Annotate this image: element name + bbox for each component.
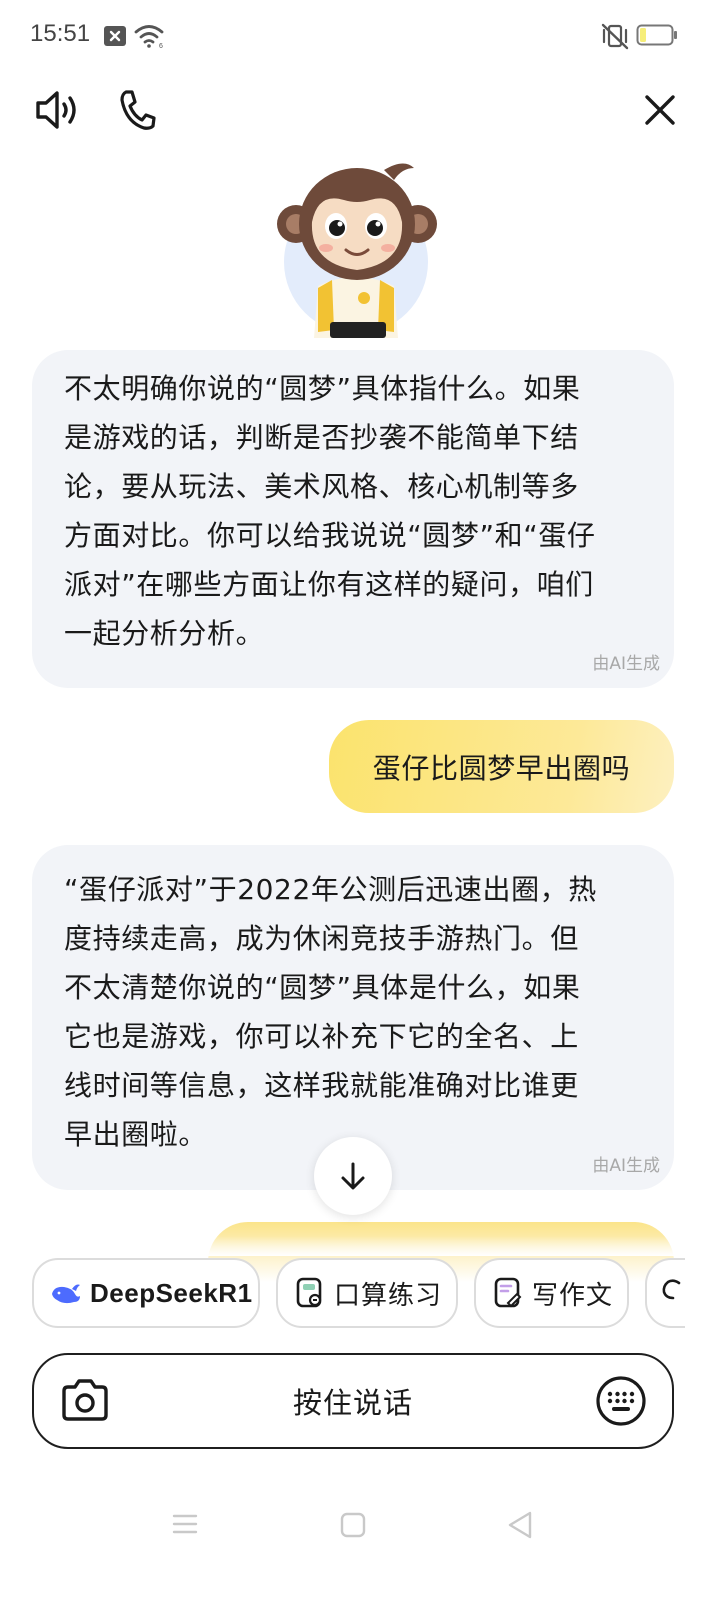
ai-message: 不太明确你说的“圆梦”具体指什么。如果 是游戏的话，判断是否抄袭不能简单下结 论… (32, 350, 674, 688)
assistant-avatar (272, 160, 442, 340)
voice-input-bar[interactable]: 按住说话 (32, 1353, 674, 1449)
chip-label: 口算练习 (334, 1279, 443, 1310)
chips-fade (0, 1236, 720, 1256)
home-nav-icon[interactable] (340, 1512, 366, 1542)
chip-partial-icon (661, 1277, 683, 1310)
write-doc-icon (492, 1277, 524, 1309)
chip-mental-math[interactable]: 口算练习 (276, 1258, 458, 1328)
ai-generated-tag: 由AI生成 (592, 1156, 660, 1176)
ai-generated-tag: 由AI生成 (592, 654, 660, 674)
scroll-to-bottom-button[interactable] (314, 1137, 392, 1215)
status-time: 15:51 (30, 20, 91, 47)
screen: 15:51 6 不太明确你说的“圆梦”具体指什么。如果 是游戏的话，判断是否抄袭… (0, 0, 720, 1600)
menu-nav-icon[interactable] (172, 1512, 198, 1540)
vibrate-mute-icon (600, 22, 630, 54)
whale-icon (50, 1277, 82, 1309)
ai-message-text: 不太明确你说的“圆梦”具体指什么。如果 是游戏的话，判断是否抄袭不能简单下结 论… (64, 372, 596, 650)
speaker-icon[interactable] (30, 84, 82, 136)
chip-label: DeepSeekR1 (90, 1277, 253, 1308)
back-nav-icon[interactable] (506, 1510, 534, 1544)
hold-to-talk-label: 按住说话 (292, 1386, 413, 1420)
chip-label: 写作文 (532, 1279, 614, 1310)
camera-icon[interactable] (58, 1377, 112, 1429)
status-bar: 15:51 6 (0, 0, 720, 72)
user-message: 蛋仔比圆梦早出圈吗 (329, 720, 674, 813)
notification-icon (104, 26, 126, 50)
svg-text:6: 6 (159, 43, 163, 48)
chip-more[interactable] (645, 1258, 685, 1328)
calc-doc-icon (294, 1277, 326, 1309)
arrow-down-icon (341, 1162, 365, 1190)
wifi-icon: 6 (134, 24, 164, 52)
chip-write-essay[interactable]: 写作文 (474, 1258, 629, 1328)
close-icon[interactable] (634, 84, 686, 136)
ai-message-text: “蛋仔派对”于2022年公测后迅速出圈，热 度持续走高，成为休闲竞技手游热门。但… (64, 873, 597, 1151)
battery-icon (636, 24, 678, 50)
phone-icon[interactable] (110, 84, 162, 136)
keyboard-icon[interactable] (595, 1375, 647, 1431)
chip-deepseek[interactable]: DeepSeekR1 (32, 1258, 260, 1328)
